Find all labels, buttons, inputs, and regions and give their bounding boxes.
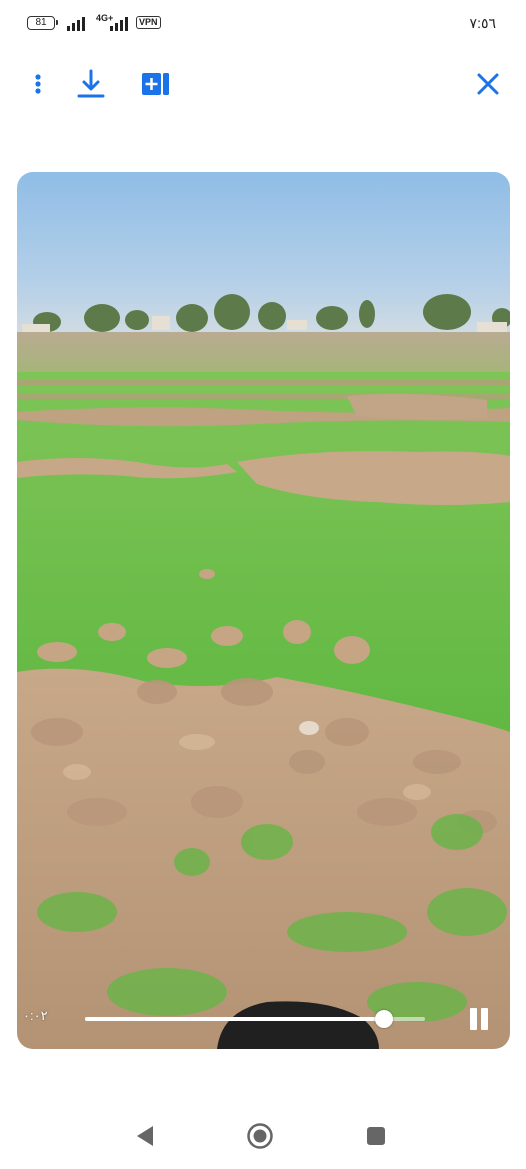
nav-home-button[interactable] (246, 1122, 274, 1150)
signal-strength-icon-2 (110, 15, 128, 31)
battery-indicator: 81 (27, 16, 58, 30)
more-options-button[interactable] (18, 64, 58, 104)
seek-bar-progress (85, 1017, 385, 1021)
add-to-album-icon (142, 73, 169, 95)
status-clock: ٧:٥٦ (469, 15, 496, 31)
pause-button[interactable] (466, 1006, 492, 1032)
seek-bar[interactable] (85, 1010, 425, 1028)
close-icon (477, 73, 499, 95)
elapsed-time: ۰:۰۲ (23, 1008, 48, 1023)
vpn-badge: VPN (136, 16, 161, 29)
status-bar: 81 4G+ VPN ٧:٥٦ (0, 0, 526, 48)
pause-icon (470, 1008, 477, 1030)
back-triangle-icon (137, 1126, 153, 1146)
nav-back-button[interactable] (132, 1122, 160, 1150)
video-frame-field-image (17, 172, 510, 1049)
nav-recents-button[interactable] (362, 1122, 390, 1150)
close-button[interactable] (468, 64, 508, 104)
system-navigation-bar (0, 1100, 526, 1169)
more-vertical-icon (35, 74, 41, 94)
video-controls: ۰:۰۲ (17, 1000, 510, 1040)
add-to-album-button[interactable] (135, 64, 175, 104)
seek-bar-thumb[interactable] (375, 1010, 394, 1028)
download-button[interactable] (71, 64, 111, 104)
video-player[interactable]: ۰:۰۲ (17, 172, 510, 1049)
signal-strength-icon (67, 15, 85, 31)
top-toolbar (0, 58, 526, 112)
recents-square-icon (367, 1127, 385, 1145)
home-circle-icon (247, 1123, 273, 1149)
download-icon (77, 69, 105, 98)
